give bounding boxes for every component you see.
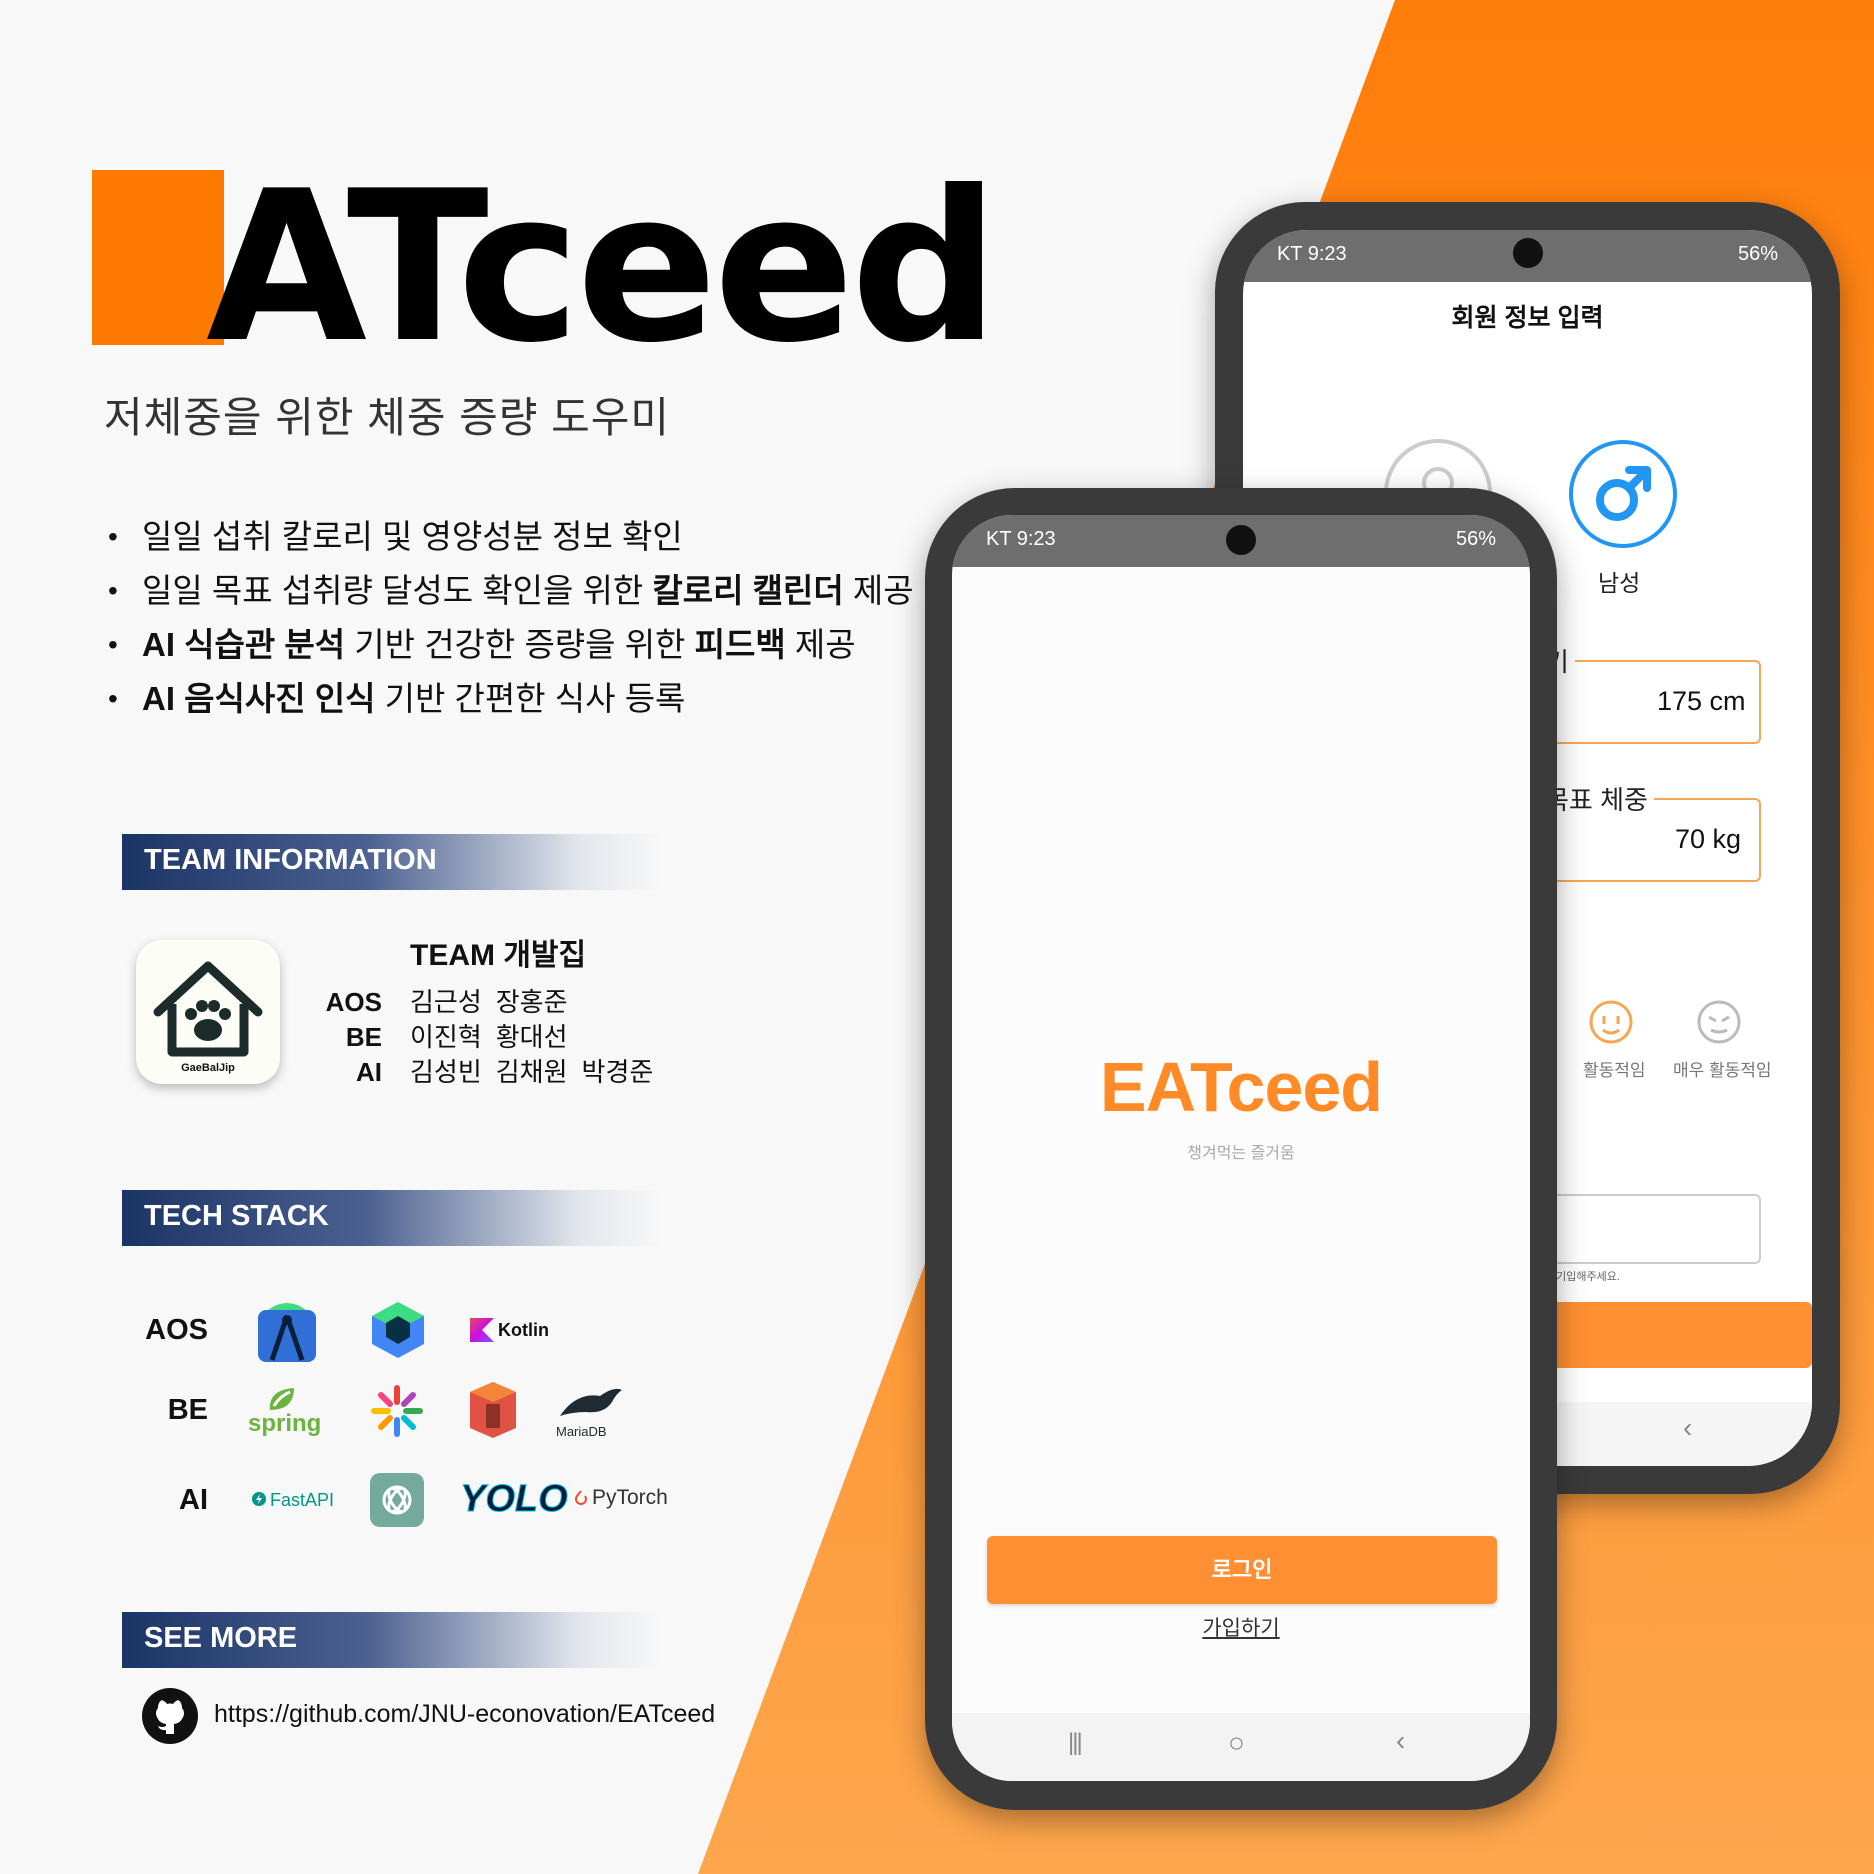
very-active-face-icon[interactable] bbox=[1695, 998, 1743, 1046]
aws-s3-icon bbox=[470, 1382, 516, 1438]
github-link[interactable]: https://github.com/JNU-econovation/EATce… bbox=[214, 1700, 715, 1729]
nav-recent-apps-icon[interactable]: ||| bbox=[1068, 1729, 1083, 1757]
feature-item: 일일 목표 섭취량 달성도 확인을 위한 칼로리 캘린더 제공 bbox=[108, 564, 914, 618]
nav-home-icon[interactable]: ○ bbox=[1228, 1727, 1245, 1759]
feature-item: AI 식습관 분석 기반 건강한 증량을 위한 피드백 제공 bbox=[108, 618, 914, 672]
front-phone-mockup: KT 9:23 56% EATceed 챙겨먹는 즐거움 로그인 가입하기 ||… bbox=[925, 488, 1557, 1810]
mariadb-icon bbox=[560, 1388, 622, 1416]
team-section-header: TEAM INFORMATION bbox=[122, 834, 662, 890]
login-button[interactable]: 로그인 bbox=[987, 1536, 1497, 1604]
signup-link[interactable]: 가입하기 bbox=[952, 1612, 1530, 1642]
feature-item: 일일 섭취 칼로리 및 영양성분 정보 확인 bbox=[108, 510, 914, 564]
login-screen: KT 9:23 56% EATceed 챙겨먹는 즐거움 로그인 가입하기 ||… bbox=[952, 515, 1530, 1781]
gender-male-label: 남성 bbox=[1598, 570, 1641, 596]
mariadb-text: MariaDB bbox=[556, 1424, 607, 1439]
subtitle: 저체중을 위한 체중 증량 도우미 bbox=[104, 394, 670, 441]
app-title: E ATceed bbox=[86, 150, 1066, 380]
jetpack-compose-icon bbox=[372, 1302, 424, 1358]
yolo-text: YOLO bbox=[460, 1478, 569, 1521]
team-name: TEAM 개발집 bbox=[410, 939, 587, 972]
kotlin-text: Kotlin bbox=[498, 1320, 549, 1340]
target-weight-value: 70 kg bbox=[1675, 824, 1742, 854]
camera-hole bbox=[1513, 238, 1543, 268]
app-logo-text: EATceed bbox=[1099, 1048, 1383, 1126]
feature-item: AI 음식사진 인식 기반 간편한 식사 등록 bbox=[108, 672, 914, 726]
nav-bar: ||| ○ ‹ bbox=[952, 1713, 1530, 1781]
team-logo: GaeBalJip bbox=[136, 940, 280, 1084]
pytorch-text: PyTorch bbox=[592, 1486, 668, 1509]
title-letter-e-block bbox=[92, 170, 224, 345]
github-icon[interactable] bbox=[140, 1686, 200, 1746]
camera-hole bbox=[1226, 525, 1256, 555]
openai-icon bbox=[370, 1473, 424, 1527]
tech-section-header: TECH STACK bbox=[122, 1190, 662, 1246]
activity-label-very-active: 매우 활동적임 bbox=[1673, 1061, 1772, 1080]
nav-back-icon[interactable]: ‹ bbox=[1683, 1412, 1692, 1444]
team-row-be: BE 이진혁 황대선 bbox=[345, 1022, 568, 1052]
team-members: AOS 김근성 장홍준 BE 이진혁 황대선 AI 김성빈 김채원 박경준 bbox=[320, 985, 667, 1090]
active-face-icon[interactable] bbox=[1587, 998, 1635, 1046]
team-row-ai: AI 김성빈 김채원 박경준 bbox=[356, 1057, 654, 1087]
tech-label-ai: AI bbox=[179, 1484, 208, 1516]
team-logo-caption: GaeBalJip bbox=[181, 1062, 235, 1074]
app-tagline: 챙겨먹는 즐거움 bbox=[1187, 1145, 1295, 1162]
gender-male-icon[interactable] bbox=[1567, 438, 1679, 550]
see-more-section-header: SEE MORE bbox=[122, 1612, 662, 1668]
submit-button[interactable] bbox=[1543, 1302, 1812, 1368]
android-studio-icon bbox=[258, 1303, 316, 1362]
height-value: 175 cm bbox=[1657, 686, 1746, 716]
tech-label-aos: AOS bbox=[145, 1314, 208, 1346]
fastapi-text: FastAPI bbox=[270, 1490, 335, 1510]
activity-label-active: 활동적임 bbox=[1583, 1061, 1646, 1080]
spring-text: spring bbox=[248, 1410, 322, 1437]
title-text: ATceed bbox=[206, 147, 999, 389]
tech-label-be: BE bbox=[167, 1394, 208, 1426]
pytorch-icon bbox=[575, 1490, 587, 1505]
screen-title: 회원 정보 입력 bbox=[1451, 304, 1604, 332]
nav-back-icon[interactable]: ‹ bbox=[1396, 1725, 1405, 1757]
kotlin-icon bbox=[470, 1318, 494, 1342]
fastapi-icon bbox=[252, 1492, 266, 1506]
feature-list: 일일 섭취 칼로리 및 영양성분 정보 확인 일일 목표 섭취량 달성도 확인을… bbox=[108, 510, 914, 726]
team-row-aos: AOS 김근성 장홍준 bbox=[325, 987, 568, 1017]
jib-icon bbox=[371, 1385, 423, 1437]
